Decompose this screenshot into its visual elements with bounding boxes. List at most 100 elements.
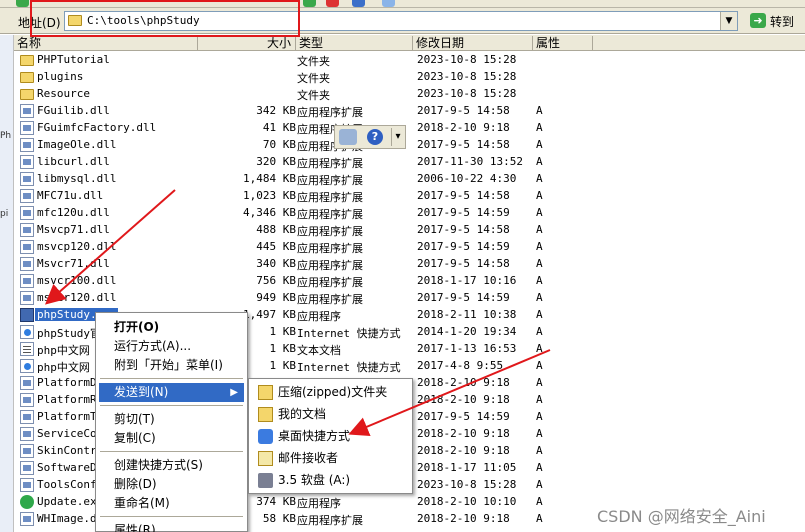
menu-separator (100, 451, 243, 452)
menu-item-label: 打开(O) (114, 320, 160, 334)
file-size: 41 KB (262, 121, 296, 134)
file-name: phpStudy官 (37, 327, 101, 340)
toolbar-icon[interactable] (303, 0, 316, 7)
dll-icon (20, 444, 34, 458)
toolbar-icon[interactable] (339, 129, 357, 145)
menu-item-label: 压缩(zipped)文件夹 (278, 385, 388, 399)
file-row[interactable]: msvcr100.dll 756 KB 应用程序扩展 2018-1-17 10:16 A (14, 273, 805, 290)
context-menu-item[interactable]: 发送到(N) ▶ (99, 383, 244, 402)
folder-icon (20, 55, 34, 66)
column-attributes[interactable]: 属性 (533, 36, 593, 50)
menu-item-label: 剪切(T) (114, 412, 155, 426)
toolbar-icon[interactable] (352, 0, 365, 7)
file-row[interactable]: msvcr120.dll 949 KB 应用程序扩展 2017-9-5 14:59 A (14, 290, 805, 307)
chevron-down-icon[interactable]: ▾ (391, 128, 404, 146)
address-input[interactable]: C:\tools\phpStudy ▼ (64, 11, 738, 31)
file-attributes: A (536, 274, 543, 287)
file-attributes: A (536, 478, 543, 491)
file-name: ServiceCor (37, 427, 104, 440)
help-icon[interactable]: ? (367, 129, 383, 145)
column-name[interactable]: 名称 (14, 36, 198, 50)
toolbar-strip (0, 0, 805, 8)
file-row[interactable]: msvcp120.dll 445 KB 应用程序扩展 2017-9-5 14:59 A (14, 239, 805, 256)
send-to-item[interactable]: 我的文档 (252, 404, 409, 425)
file-modified: 2017-1-13 16:53 (417, 342, 517, 355)
menu-item-label: 我的文档 (278, 407, 327, 421)
dll-icon (20, 206, 34, 220)
file-type: 应用程序扩展 (297, 242, 363, 255)
file-name: Update.exe (37, 495, 104, 508)
file-name: FGuimfcFactory.dll (37, 121, 157, 134)
file-attributes: A (536, 121, 543, 134)
file-row[interactable]: libmysql.dll 1,484 KB 应用程序扩展 2006-10-22 4:3… (14, 171, 805, 188)
folder-icon (20, 89, 34, 100)
file-row[interactable]: Msvcp71.dll 488 KB 应用程序扩展 2017-9-5 14:58 A (14, 222, 805, 239)
file-row[interactable]: libcurl.dll 320 KB 应用程序扩展 2017-11-30 13:52 A (14, 154, 805, 171)
menu-separator (100, 405, 243, 406)
context-menu-item[interactable]: 剪切(T) (99, 410, 244, 429)
folder-icon (20, 72, 34, 83)
context-menu-item[interactable]: 复制(C) (99, 429, 244, 448)
file-name: PHPTutorial (37, 53, 110, 66)
menu-item-label: 属性(R) (114, 523, 156, 532)
chevron-down-icon[interactable]: ▼ (720, 12, 737, 30)
column-size[interactable]: 大小 (198, 36, 296, 50)
dll-icon (20, 376, 34, 390)
file-size: 320 KB (256, 155, 296, 168)
file-name: mfc120u.dll (37, 206, 110, 219)
watermark: CSDN @网络安全_Aini (597, 507, 766, 526)
context-menu-item[interactable]: 运行方式(A)... (99, 337, 244, 356)
column-header: 名称 大小 类型 修改日期 属性 (14, 35, 805, 51)
file-row[interactable]: Resource 文件夹 2023-10-8 15:28 (14, 86, 805, 103)
file-type: 应用程序扩展 (297, 106, 363, 119)
file-type: 应用程序扩展 (297, 157, 363, 170)
context-menu-item[interactable]: 创建快捷方式(S) (99, 456, 244, 475)
column-modified[interactable]: 修改日期 (413, 36, 533, 50)
close-icon[interactable] (326, 0, 339, 7)
menu-separator (100, 516, 243, 517)
file-modified: 2018-2-11 10:38 (417, 308, 517, 321)
file-row[interactable]: plugins 文件夹 2023-10-8 15:28 (14, 69, 805, 86)
context-menu-item[interactable]: 打开(O) (99, 318, 244, 337)
file-type: 应用程序扩展 (297, 514, 363, 527)
file-modified: 2017-9-5 14:58 (417, 104, 510, 117)
dll-icon (20, 138, 34, 152)
file-row[interactable]: Msvcr71.dll 340 KB 应用程序扩展 2017-9-5 14:58 A (14, 256, 805, 273)
file-modified: 2023-10-8 15:28 (417, 478, 517, 491)
file-row[interactable]: PHPTutorial 文件夹 2023-10-8 15:28 (14, 52, 805, 69)
mini-toolbar: ? ▾ (334, 125, 406, 149)
file-type: 应用程序扩展 (297, 208, 363, 221)
column-type[interactable]: 类型 (296, 36, 413, 50)
menu-item-label: 运行方式(A)... (114, 339, 192, 353)
go-button[interactable]: ➜ 转到 (748, 11, 801, 31)
dll-icon (20, 172, 34, 186)
file-row[interactable]: MFC71u.dll 1,023 KB 应用程序扩展 2017-9-5 14:58 A (14, 188, 805, 205)
send-to-item[interactable]: 压缩(zipped)文件夹 (252, 382, 409, 403)
file-name: Msvcp71.dll (37, 223, 110, 236)
context-menu-item[interactable]: 附到「开始」菜单(I) (99, 356, 244, 375)
file-row[interactable]: mfc120u.dll 4,346 KB 应用程序扩展 2017-9-5 14:59 A (14, 205, 805, 222)
file-attributes: A (536, 138, 543, 151)
file-row[interactable]: FGuilib.dll 342 KB 应用程序扩展 2017-9-5 14:58 A (14, 103, 805, 120)
file-attributes: A (536, 104, 543, 117)
file-type: 文件夹 (297, 72, 330, 85)
context-menu-item[interactable]: 属性(R) (99, 521, 244, 532)
desktop-shortcut-icon (258, 429, 273, 444)
file-row[interactable]: ImageOle.dll 70 KB 应用程序扩展 2017-9-5 14:58 A (14, 137, 805, 154)
send-to-item[interactable]: 桌面快捷方式 (252, 426, 409, 447)
toolbar-icon[interactable] (16, 0, 29, 7)
file-attributes: A (536, 172, 543, 185)
file-type: 应用程序扩展 (297, 276, 363, 289)
context-menu-item[interactable]: 重命名(M) (99, 494, 244, 513)
send-to-item[interactable]: 3.5 软盘 (A:) (252, 470, 409, 491)
context-menu-item[interactable]: 删除(D) (99, 475, 244, 494)
file-modified: 2017-9-5 14:59 (417, 410, 510, 423)
dll-icon (20, 478, 34, 492)
url-icon (20, 359, 34, 373)
send-to-item[interactable]: 邮件接收者 (252, 448, 409, 469)
file-row[interactable]: FGuimfcFactory.dll 41 KB 应用程序扩展 2018-2-10 9… (14, 120, 805, 137)
file-name: WHImage.dl (37, 512, 104, 525)
toolbar-icon[interactable] (382, 0, 395, 7)
file-size: 1,023 KB (243, 189, 296, 202)
chevron-right-icon: ▶ (230, 387, 238, 398)
